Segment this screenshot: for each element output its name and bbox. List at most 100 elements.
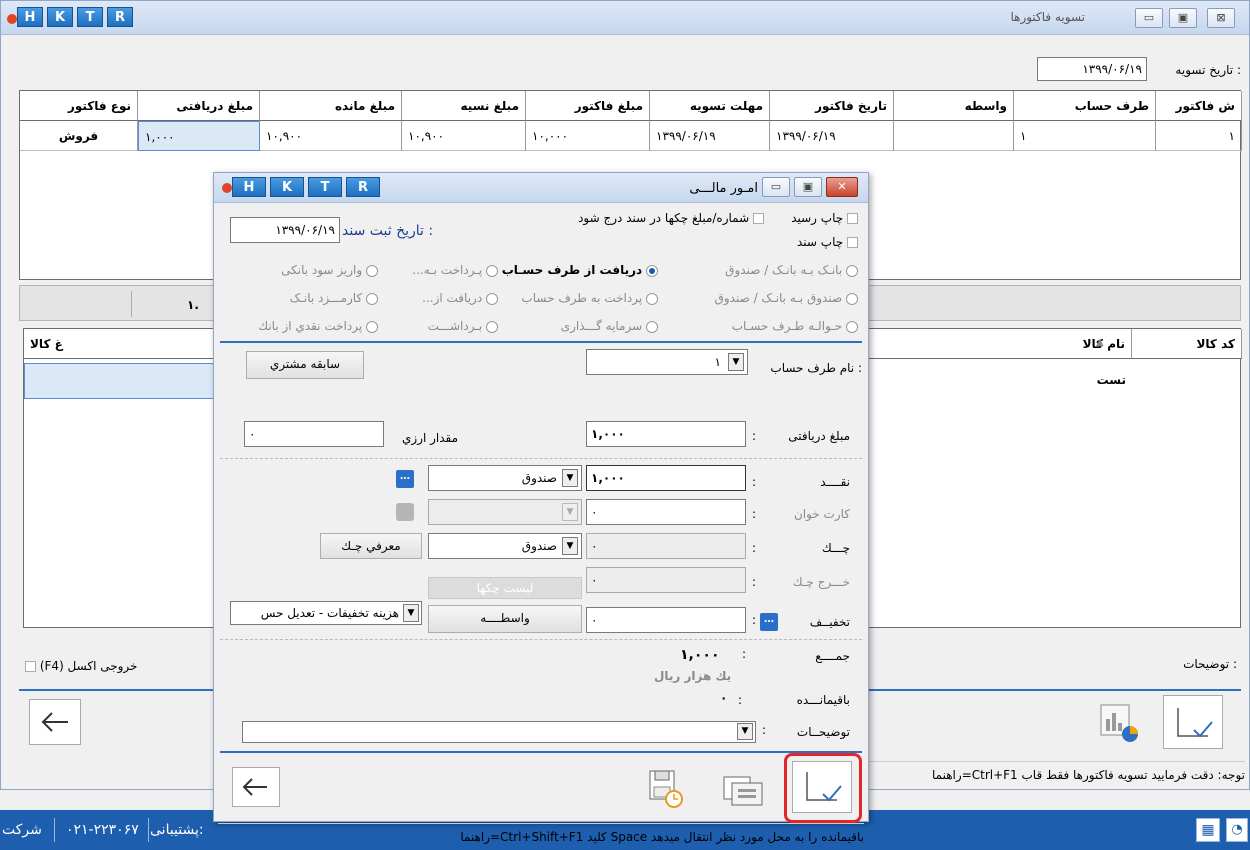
radio-pay-to[interactable]: پـرداخت بـه... xyxy=(412,263,498,277)
print-receipt-checkbox[interactable]: چاپ رسید xyxy=(791,211,858,225)
cell-invoice-date[interactable]: ۱۳۹۹/۰۶/۱۹ xyxy=(770,121,894,151)
chevron-down-icon[interactable]: ▼ xyxy=(403,604,419,622)
doc-date-field[interactable]: ۱۳۹۹/۰۶/۱۹ xyxy=(230,217,340,243)
tray-icon[interactable]: ◔ xyxy=(1226,818,1248,842)
cell-due-date[interactable]: ۱۳۹۹/۰۶/۱۹ xyxy=(650,121,770,151)
cash-more-button[interactable]: … xyxy=(396,470,414,488)
discount-account-select[interactable]: هزینه تخفیفات - تعدیل حس ▼ xyxy=(230,601,422,625)
customer-history-button[interactable]: سابقه مشتري xyxy=(246,351,364,379)
settle-date-field[interactable]: ۱۳۹۹/۰۶/۱۹ xyxy=(1037,57,1147,81)
amount-field[interactable]: ۱,۰۰۰ xyxy=(586,421,746,447)
dialog-hktr-k-button[interactable]: K xyxy=(270,177,304,197)
chevron-down-icon[interactable]: ▼ xyxy=(562,537,578,555)
print-receipt-check[interactable] xyxy=(847,213,858,224)
col-goods-name[interactable]: نام کالا xyxy=(864,329,1132,359)
dialog-minimize-button[interactable]: ▭ xyxy=(762,177,790,197)
cheque-box-select[interactable]: ▼ صندوق xyxy=(428,533,582,559)
main-minimize-button[interactable]: ▭ xyxy=(1135,8,1163,28)
hktr-r-button[interactable]: R xyxy=(107,7,133,27)
cheque-in-doc-check[interactable] xyxy=(753,213,764,224)
cell-invoice-no[interactable]: ۱ xyxy=(1156,121,1242,151)
hktr-t-button[interactable]: T xyxy=(77,7,103,27)
main-close-button[interactable]: ⊠ xyxy=(1207,8,1235,28)
dialog-notes-select[interactable]: ▼ xyxy=(242,721,756,743)
cheque-field[interactable]: ۰ xyxy=(586,533,746,559)
col-invoice-amount[interactable]: مبلغ فاکتور xyxy=(526,91,650,121)
dialog-hktr-h-button[interactable]: H xyxy=(232,177,266,197)
radio-withdrawal[interactable]: بـرداشـــت xyxy=(428,319,498,333)
excel-export-check[interactable] xyxy=(25,661,36,672)
print-card-icon[interactable] xyxy=(720,769,768,811)
dialog-hktr-r-button[interactable]: R xyxy=(346,177,380,197)
dialog-close-button[interactable]: ✕ xyxy=(826,177,858,197)
dialog-maximize-button[interactable]: ▣ xyxy=(794,177,822,197)
cheque-out-field[interactable]: ۰ xyxy=(586,567,746,593)
radio-bank-interest[interactable]: واریز سود بانکی xyxy=(281,263,378,277)
cell-invoice-type[interactable]: فروش xyxy=(20,121,138,151)
radio-dot[interactable] xyxy=(846,264,858,277)
discount-more-button[interactable]: … xyxy=(760,613,778,631)
main-maximize-button[interactable]: ▣ xyxy=(1169,8,1197,28)
dialog-hktr-t-button[interactable]: T xyxy=(308,177,342,197)
main-back-button[interactable] xyxy=(29,699,81,745)
col-invoice-type[interactable]: نوع فاکتور xyxy=(20,91,138,121)
hktr-k-button[interactable]: K xyxy=(47,7,73,27)
party-select[interactable]: ۱ ▼ xyxy=(586,349,748,375)
hktr-h-button[interactable]: H xyxy=(17,7,43,27)
radio-bank-fee[interactable]: کارمـــزد بانـک xyxy=(290,291,378,305)
radio-receive-from-party[interactable]: دریافت از طرف حسـاب xyxy=(502,263,658,277)
col-invoice-date[interactable]: تاریخ فاکتور xyxy=(770,91,894,121)
radio-investment[interactable]: سرمایه گـــذاری xyxy=(561,319,658,333)
cash-field[interactable]: ۱,۰۰۰ xyxy=(586,465,746,491)
dialog-back-button[interactable] xyxy=(232,767,280,807)
discount-field[interactable]: ۰ xyxy=(586,607,746,633)
cell-goods-name[interactable]: تست xyxy=(864,365,1132,395)
radio-dot[interactable] xyxy=(366,292,378,305)
cell-remaining-amount[interactable]: ۱۰,۹۰۰ xyxy=(260,121,402,151)
cell-received-amount[interactable]: ۱,۰۰۰ xyxy=(138,121,260,151)
cheque-intro-button[interactable]: معرفي چـك xyxy=(320,533,422,559)
excel-export-checkbox[interactable]: خروجی اکسل (F4) xyxy=(25,659,137,673)
calendar-icon[interactable]: ▦ xyxy=(1196,818,1220,842)
radio-dot[interactable] xyxy=(646,320,658,333)
col-invoice-no[interactable]: ش فاکتور xyxy=(1156,91,1242,121)
col-credit-amount[interactable]: مبلغ نسیه xyxy=(402,91,526,121)
radio-dot[interactable] xyxy=(366,320,378,333)
goods-row-selected[interactable] xyxy=(24,363,230,399)
col-due-date[interactable]: مهلت تسویه xyxy=(650,91,770,121)
col-goods-amount[interactable]: غ کالا xyxy=(24,329,230,359)
radio-bank-cash-pay[interactable]: پرداخت نقدي از بانك xyxy=(258,319,378,333)
radio-dot[interactable] xyxy=(846,320,858,333)
col-broker[interactable]: واسطه xyxy=(894,91,1014,121)
radio-bank-to-bank[interactable]: بانـک بـه بانـک / صندوق xyxy=(725,263,858,277)
report-chart-icon[interactable] xyxy=(1097,701,1141,745)
print-doc-checkbox[interactable]: چاپ سند xyxy=(797,235,858,249)
discount-broker-button[interactable]: واسطــــه xyxy=(428,605,582,633)
cell-broker[interactable] xyxy=(894,121,1014,151)
radio-dot[interactable] xyxy=(846,292,858,305)
col-remaining-amount[interactable]: مبلغ مانده xyxy=(260,91,402,121)
print-doc-check[interactable] xyxy=(847,237,858,248)
save-doc-icon[interactable] xyxy=(642,767,688,811)
radio-dot[interactable] xyxy=(646,264,658,277)
radio-cash-to-bank[interactable]: صندوق بـه بانـک / صندوق xyxy=(715,291,858,305)
radio-dot[interactable] xyxy=(366,264,378,277)
cell-invoice-amount[interactable]: ۱۰,۰۰۰ xyxy=(526,121,650,151)
col-party[interactable]: طرف حساب xyxy=(1014,91,1156,121)
cheque-in-doc-checkbox[interactable]: شماره/مبلغ چکها در سند درج شود xyxy=(578,211,764,225)
chevron-down-icon[interactable]: ▼ xyxy=(737,723,753,740)
cash-box-select[interactable]: ▼ صندوق xyxy=(428,465,582,491)
radio-pay-to-party[interactable]: پرداخت به طرف حساب xyxy=(521,291,658,305)
col-received-amount[interactable]: مبلغ دریافتی xyxy=(138,91,260,121)
chevron-down-icon[interactable]: ▼ xyxy=(562,469,578,487)
card-reader-field[interactable]: ۰ xyxy=(586,499,746,525)
radio-receive-from[interactable]: دریافت از... xyxy=(422,291,498,305)
radio-dot[interactable] xyxy=(486,320,498,333)
cell-party[interactable]: ۱ xyxy=(1014,121,1156,151)
radio-party-transfer[interactable]: حـوالـه طـرف حسـاب xyxy=(732,319,858,333)
radio-dot[interactable] xyxy=(486,264,498,277)
cell-credit-amount[interactable]: ۱۰,۹۰۰ xyxy=(402,121,526,151)
chevron-down-icon[interactable]: ▼ xyxy=(728,353,744,371)
radio-dot[interactable] xyxy=(646,292,658,305)
main-confirm-button[interactable] xyxy=(1163,695,1223,749)
